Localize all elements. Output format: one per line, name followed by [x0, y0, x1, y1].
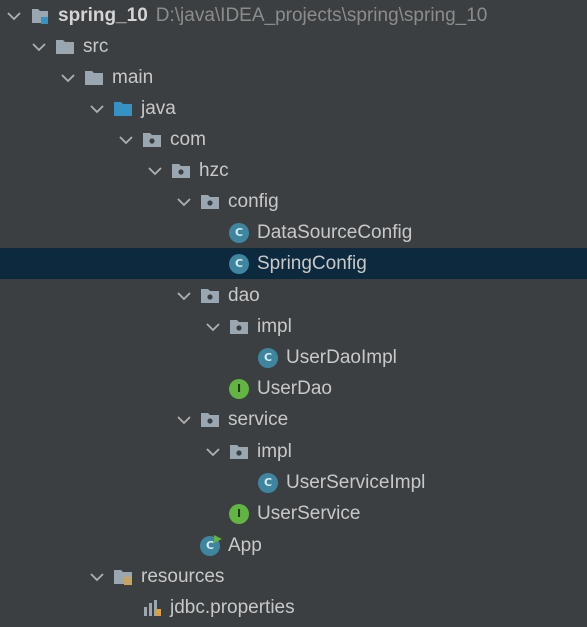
chevron-down-icon[interactable] [6, 8, 22, 24]
chevron-down-icon[interactable] [89, 569, 105, 585]
runnable-class-icon: C [200, 534, 222, 556]
tree-item-label: dao [228, 285, 260, 306]
project-module-icon [30, 6, 50, 26]
package-icon [229, 317, 249, 337]
tree-item-label: config [228, 191, 279, 212]
folder-icon [84, 68, 104, 88]
tree-item-label: com [170, 129, 206, 150]
chevron-down-icon[interactable] [205, 444, 221, 460]
package-icon [200, 286, 220, 306]
tree-item-label: main [112, 67, 154, 88]
tree-item-dao-impl[interactable]: impl [0, 311, 587, 342]
tree-item-label: java [141, 98, 176, 119]
tree-item-label: App [228, 535, 262, 556]
chevron-down-icon[interactable] [118, 132, 134, 148]
tree-item-service-impl[interactable]: impl [0, 436, 587, 467]
tree-item-label: hzc [199, 160, 229, 181]
tree-item-datasourceconfig[interactable]: C DataSourceConfig [0, 217, 587, 248]
tree-item-project-root[interactable]: spring_10 D:\java\IDEA_projects\spring\s… [0, 0, 587, 31]
chevron-down-icon[interactable] [176, 288, 192, 304]
interface-icon: I [229, 503, 249, 524]
chevron-down-icon[interactable] [147, 163, 163, 179]
chevron-down-icon[interactable] [205, 319, 221, 335]
tree-item-userserviceimpl[interactable]: C UserServiceImpl [0, 467, 587, 498]
tree-item-userservice[interactable]: I UserService [0, 498, 587, 529]
package-icon [200, 192, 220, 212]
chevron-down-icon[interactable] [89, 101, 105, 117]
tree-item-com[interactable]: com [0, 124, 587, 155]
source-folder-icon [113, 99, 133, 119]
tree-item-src[interactable]: src [0, 31, 587, 62]
class-icon: C [229, 253, 249, 274]
tree-item-label: jdbc.properties [170, 597, 295, 618]
tree-item-label: UserServiceImpl [286, 472, 426, 493]
tree-item-label: SpringConfig [257, 253, 367, 274]
package-icon [171, 161, 191, 181]
tree-item-label: src [83, 36, 109, 57]
properties-file-icon [142, 598, 162, 618]
class-icon: C [258, 472, 278, 493]
resources-folder-icon [113, 567, 133, 587]
project-path: D:\java\IDEA_projects\spring\spring_10 [155, 5, 488, 26]
chevron-down-icon[interactable] [31, 39, 47, 55]
tree-item-userdao[interactable]: I UserDao [0, 373, 587, 404]
tree-item-app[interactable]: C App [0, 530, 587, 561]
package-icon [229, 442, 249, 462]
package-icon [142, 130, 162, 150]
tree-item-label: resources [141, 566, 225, 587]
tree-item-jdbc-properties[interactable]: jdbc.properties [0, 592, 587, 623]
tree-item-userdaoimpl[interactable]: C UserDaoImpl [0, 342, 587, 373]
chevron-down-icon[interactable] [176, 412, 192, 428]
tree-item-hzc[interactable]: hzc [0, 155, 587, 186]
project-tree: spring_10 D:\java\IDEA_projects\spring\s… [0, 0, 587, 627]
tree-item-label: impl [257, 316, 292, 337]
tree-item-label: DataSourceConfig [257, 222, 413, 243]
tree-item-service[interactable]: service [0, 404, 587, 435]
tree-item-label: service [228, 409, 289, 430]
folder-icon [55, 37, 75, 57]
class-icon: C [258, 347, 278, 368]
project-name: spring_10 [58, 5, 148, 26]
tree-item-label: UserService [257, 503, 361, 524]
chevron-down-icon[interactable] [60, 70, 76, 86]
tree-item-main[interactable]: main [0, 62, 587, 93]
tree-item-label: UserDaoImpl [286, 347, 397, 368]
tree-item-config[interactable]: config [0, 186, 587, 217]
tree-item-java[interactable]: java [0, 93, 587, 124]
tree-item-label: UserDao [257, 378, 332, 399]
tree-item-springconfig[interactable]: C SpringConfig [0, 248, 587, 279]
tree-item-resources[interactable]: resources [0, 561, 587, 592]
package-icon [200, 410, 220, 430]
class-icon: C [229, 222, 249, 243]
tree-item-label: impl [257, 441, 292, 462]
interface-icon: I [229, 378, 249, 399]
tree-item-dao[interactable]: dao [0, 280, 587, 311]
chevron-down-icon[interactable] [176, 194, 192, 210]
